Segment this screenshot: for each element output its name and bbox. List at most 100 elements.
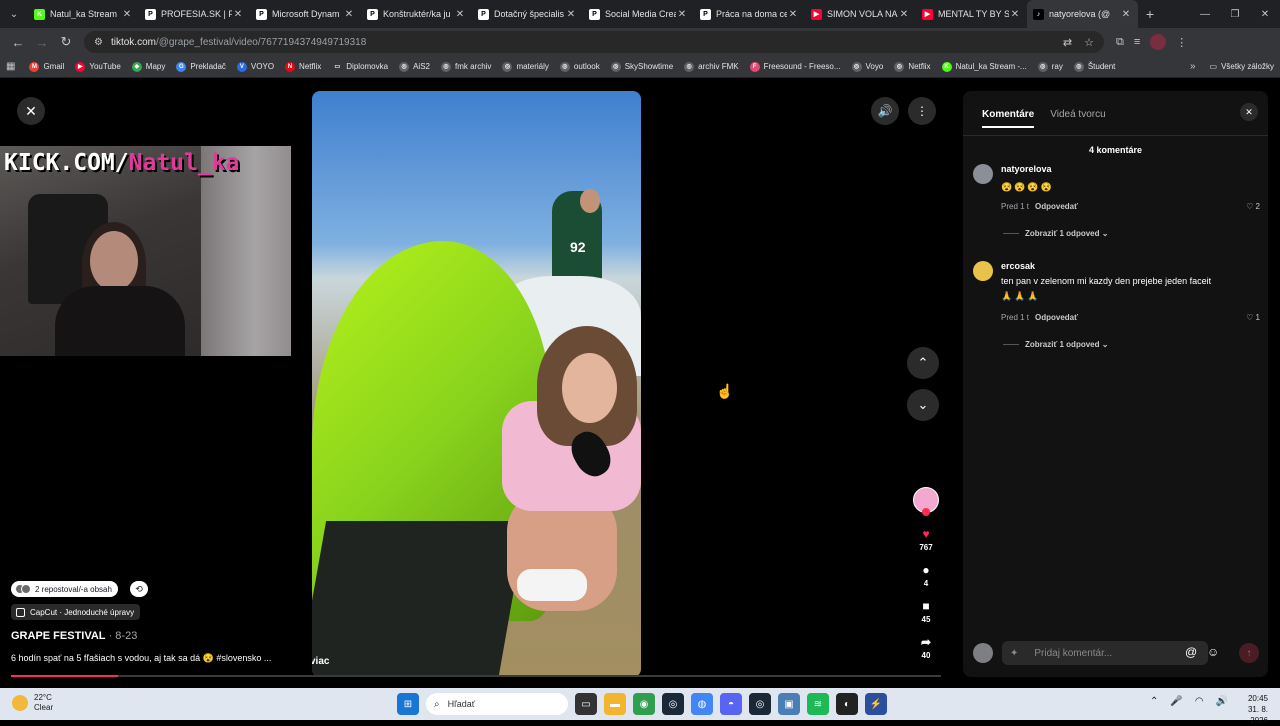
chrome-icon[interactable]: ◍: [691, 693, 713, 715]
bookmark-item[interactable]: ◎ fmk archiv: [440, 61, 491, 72]
send-button[interactable]: ↑: [1239, 643, 1259, 663]
wifi-icon[interactable]: ◠: [1195, 696, 1204, 707]
speaker-icon[interactable]: 🔊: [1216, 696, 1228, 707]
browser-tab[interactable]: P PROFESIA.SK | Prá✕: [139, 0, 250, 28]
reply-button[interactable]: Odpovedať: [1035, 202, 1078, 211]
comment-like-button[interactable]: ♡ 2: [1246, 202, 1260, 211]
bookmark-item[interactable]: ◎ Študent: [1073, 61, 1115, 72]
extensions-icon[interactable]: ⧉: [1116, 36, 1124, 49]
video-author[interactable]: GRAPE FESTIVAL · 8-23: [11, 630, 137, 642]
spotify-icon[interactable]: ≋: [807, 693, 829, 715]
browser-tab[interactable]: ♪ natyorelova (@ ✕: [1027, 0, 1138, 28]
video-player[interactable]: 92 viac: [312, 91, 641, 677]
bookmark-item[interactable]: F Freesound - Freeso...: [749, 61, 841, 72]
xbox-icon[interactable]: ◉: [633, 693, 655, 715]
more-bookmarks-icon[interactable]: »: [1190, 61, 1196, 72]
bookmark-star-icon[interactable]: ☆: [1084, 36, 1094, 49]
tab-creator-videos[interactable]: Videá tvorcu: [1050, 109, 1105, 128]
tab-close-icon[interactable]: ✕: [898, 9, 910, 20]
bookmark-item[interactable]: ◎ archiv FMK: [684, 61, 739, 72]
close-window-icon[interactable]: ✕: [1250, 9, 1280, 20]
media-controls-icon[interactable]: ≡: [1134, 36, 1140, 48]
bookmark-item[interactable]: K Natul_ka Stream -...: [941, 61, 1027, 72]
file-explorer-icon[interactable]: ▬: [604, 693, 626, 715]
taskbar-search[interactable]: ⌕ Hľadať: [426, 693, 568, 715]
previous-video-button[interactable]: ⌃: [907, 347, 939, 379]
view-replies-button[interactable]: Zobraziť 1 odpoved ⌄: [1003, 340, 1108, 349]
bookmark-item[interactable]: ◎ SkyShowtime: [610, 61, 673, 72]
microphone-icon[interactable]: 🎤: [1170, 696, 1182, 707]
tab-comments[interactable]: Komentáre: [982, 109, 1035, 128]
browser-tab[interactable]: P Dotačný špecialis ✕: [472, 0, 583, 28]
discord-icon[interactable]: ◓: [720, 693, 742, 715]
capcut-chip[interactable]: CapCut · Jednoduché úpravy: [11, 604, 141, 620]
bookmark-item[interactable]: ◎ materiály: [502, 61, 549, 72]
new-tab-button[interactable]: +: [1138, 6, 1162, 22]
bookmark-item[interactable]: ◆ Mapy: [131, 61, 165, 72]
tab-close-icon[interactable]: ✕: [454, 9, 466, 20]
gift-icon[interactable]: ✦: [1010, 648, 1018, 659]
repost-chip[interactable]: 2 repostoval/-a obsah: [11, 581, 118, 597]
bookmark-item[interactable]: ◎ ray: [1037, 61, 1063, 72]
back-button[interactable]: ←: [6, 30, 30, 54]
browser-tab[interactable]: P Práca na doma ce ✕: [694, 0, 805, 28]
comment-username[interactable]: natyorelova: [1001, 164, 1052, 174]
bookmark-item[interactable]: G Prekladač: [176, 61, 226, 72]
weather-widget[interactable]: 22°C Clear: [12, 693, 53, 713]
tab-close-icon[interactable]: ✕: [787, 9, 799, 20]
tab-close-icon[interactable]: ✕: [565, 9, 577, 20]
apps-grid-icon[interactable]: ▦: [6, 61, 15, 72]
close-video-button[interactable]: ✕: [17, 97, 45, 125]
all-bookmarks-button[interactable]: ▭ Všetky záložky: [1210, 62, 1274, 71]
reload-button[interactable]: ↻: [54, 30, 78, 54]
avatar[interactable]: [973, 261, 993, 281]
like-button[interactable]: ♥ 767: [911, 527, 941, 552]
share-button[interactable]: ➦ 40: [911, 635, 941, 660]
task-view-icon[interactable]: ▭: [575, 693, 597, 715]
browser-tab[interactable]: ▶ SIMON VOLA NA ✕: [805, 0, 916, 28]
reply-button[interactable]: Odpovedať: [1035, 313, 1078, 322]
comment-username[interactable]: ercosak: [1001, 261, 1035, 271]
bookmark-item[interactable]: N Netflix: [285, 61, 321, 72]
volume-icon[interactable]: 🔊: [871, 97, 899, 125]
avatar[interactable]: [973, 164, 993, 184]
steam-icon[interactable]: ◎: [662, 693, 684, 715]
tab-search-icon[interactable]: ⌄: [0, 0, 28, 28]
browser-tab[interactable]: P Social Media Crea ✕: [583, 0, 694, 28]
tab-close-icon[interactable]: ✕: [343, 9, 355, 20]
browser-tab[interactable]: P Microsoft Dynam ✕: [250, 0, 361, 28]
bookmark-item[interactable]: V VOYO: [236, 61, 274, 72]
windows-start-icon[interactable]: ⊞: [397, 693, 419, 715]
browser-menu-icon[interactable]: ⋮: [1176, 36, 1187, 49]
comment-like-button[interactable]: ♡ 1: [1246, 313, 1260, 322]
chevron-up-icon[interactable]: ⌃: [1150, 696, 1158, 707]
follow-plus-icon[interactable]: [922, 508, 930, 516]
browser-tab[interactable]: ▶ MENTAL TY BY SI ✕: [916, 0, 1027, 28]
bookmark-item[interactable]: ▶ YouTube: [75, 61, 121, 72]
minimize-icon[interactable]: —: [1190, 9, 1220, 20]
next-video-button[interactable]: ⌄: [907, 389, 939, 421]
video-progress-bar[interactable]: [11, 675, 941, 677]
comment-input[interactable]: [1034, 647, 1155, 659]
tab-close-icon[interactable]: ✕: [232, 9, 244, 20]
bookmark-item[interactable]: ▭ Diplomovka: [332, 61, 388, 72]
bookmark-item[interactable]: ◎ outlook: [559, 61, 600, 72]
bookmark-item[interactable]: ◎ Voyo: [851, 61, 883, 72]
save-button[interactable]: ■ 45: [911, 599, 941, 624]
browser-tab[interactable]: P Konštruktér/ka ju ✕: [361, 0, 472, 28]
tab-close-icon[interactable]: ✕: [676, 9, 688, 20]
translate-icon[interactable]: ⇄: [1063, 36, 1072, 49]
app-icon[interactable]: ⚡: [865, 693, 887, 715]
bookmark-item[interactable]: ◎ AiS2: [399, 61, 430, 72]
close-panel-button[interactable]: ✕: [1240, 103, 1258, 121]
tab-close-icon[interactable]: ✕: [121, 9, 133, 20]
emoji-icon[interactable]: ☺: [1207, 645, 1219, 659]
steam-app-icon[interactable]: ◎: [749, 693, 771, 715]
more-options-icon[interactable]: ⋮: [908, 97, 936, 125]
bookmark-item[interactable]: ◎ Netflix: [894, 61, 931, 72]
forward-button[interactable]: →: [30, 30, 54, 54]
site-info-icon[interactable]: ⚙: [94, 37, 103, 48]
repost-icon[interactable]: ⟲: [130, 581, 148, 597]
comment-button[interactable]: ● 4: [911, 563, 941, 588]
tab-close-icon[interactable]: ✕: [1120, 9, 1132, 20]
